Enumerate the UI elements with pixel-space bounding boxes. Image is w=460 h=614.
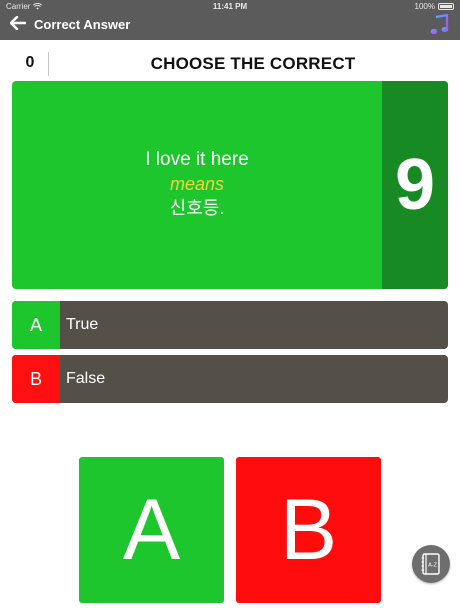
battery-icon	[438, 3, 454, 10]
dictionary-label: A-Z	[428, 563, 438, 569]
countdown-timer: 9	[382, 81, 448, 289]
option-b-text: False	[66, 370, 106, 387]
battery-percent: 100%	[414, 2, 435, 11]
arrow-left-icon	[9, 15, 27, 31]
status-time: 11:41 PM	[212, 2, 248, 11]
nav-title: Correct Answer	[34, 17, 131, 32]
back-button[interactable]	[9, 15, 28, 32]
status-battery: 100%	[415, 2, 454, 11]
option-a[interactable]: A True	[12, 301, 448, 349]
question-phrase: I love it here	[145, 149, 249, 170]
music-button[interactable]	[430, 13, 450, 36]
option-b-letter: B	[12, 355, 60, 403]
dictionary-book-icon: A-Z	[421, 553, 440, 575]
score-counter: 0	[25, 54, 35, 71]
countdown-value: 9	[394, 145, 436, 225]
page-title: CHOOSE THE CORRECT	[150, 54, 356, 73]
option-a-text: True	[66, 316, 99, 333]
question-card: I love it here means 신호등. 9	[12, 81, 448, 289]
question-translation: 신호등.	[169, 198, 225, 218]
answer-b-button[interactable]: B	[236, 457, 381, 603]
answer-a-button[interactable]: A	[79, 457, 224, 603]
music-note-icon	[430, 13, 449, 35]
option-b[interactable]: B False	[12, 355, 448, 403]
top-bar: Carrier 11:41 PM 100% Correct Answer	[0, 0, 460, 40]
dictionary-button[interactable]: A-Z	[412, 545, 450, 583]
option-a-letter: A	[12, 301, 60, 349]
question-text: I love it here means 신호등.	[12, 147, 382, 220]
score-divider	[48, 52, 49, 76]
question-means: means	[169, 174, 225, 194]
